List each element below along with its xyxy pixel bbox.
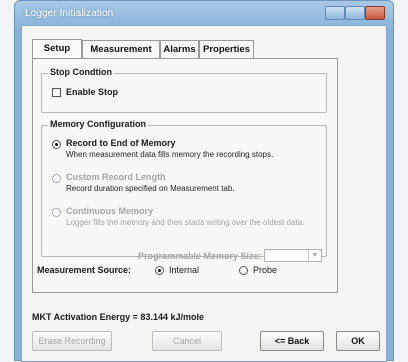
back-button[interactable]: <= Back (260, 331, 324, 351)
continuous-memory-description: Logger fills the memory and then starts … (66, 218, 305, 227)
cancel-button[interactable]: Cancel (152, 331, 222, 351)
tab-properties[interactable]: Properties (199, 40, 254, 58)
record-to-end-radio[interactable] (52, 140, 61, 149)
custom-record-length-description: Record duration specified on Measurement… (66, 184, 235, 193)
custom-record-length-label[interactable]: Custom Record Length (66, 172, 166, 182)
continuous-memory-radio[interactable] (52, 208, 61, 217)
ok-button[interactable]: OK (336, 331, 380, 351)
record-to-end-description: When measurement data fills memory the r… (66, 150, 274, 159)
measurement-source-label: Measurement Source: (37, 265, 132, 275)
probe-radio[interactable] (239, 266, 248, 275)
programmable-memory-size-label: Programmable Memory Size: (138, 251, 262, 261)
mkt-activation-energy-text: MKT Activation Energy = 83.144 kJ/mole (32, 312, 204, 322)
enable-stop-label[interactable]: Enable Stop (66, 87, 118, 97)
close-button[interactable] (365, 6, 385, 20)
record-to-end-label[interactable]: Record to End of Memory (66, 138, 176, 148)
logger-initialization-window: Logger Initialization Setup Measurement … (14, 0, 394, 362)
setup-tab-panel: Stop Condtion Enable Stop Memory Configu… (32, 58, 338, 293)
minimize-button[interactable] (325, 6, 345, 20)
dialog-client-area: Setup Measurement Alarms Properties Stop… (21, 25, 387, 362)
probe-label[interactable]: Probe (253, 265, 277, 275)
window-title: Logger Initialization (25, 8, 114, 19)
stop-condition-group: Stop Condtion Enable Stop (41, 67, 327, 113)
tab-alarms[interactable]: Alarms (160, 40, 199, 58)
tab-measurement[interactable]: Measurement (82, 40, 160, 58)
memory-configuration-group: Memory Configuration Record to End of Me… (41, 119, 327, 262)
tab-setup[interactable]: Setup (32, 39, 82, 58)
programmable-memory-size-dropdown[interactable]: ▼ (264, 249, 322, 262)
memory-configuration-label: Memory Configuration (48, 119, 148, 129)
enable-stop-checkbox[interactable] (52, 88, 61, 97)
custom-record-length-radio[interactable] (52, 174, 61, 183)
maximize-button[interactable] (345, 6, 365, 20)
title-bar[interactable]: Logger Initialization (15, 1, 393, 25)
stop-condition-label: Stop Condtion (48, 67, 114, 77)
internal-label[interactable]: Internal (169, 265, 199, 275)
continuous-memory-label[interactable]: Continuous Memory (66, 206, 153, 216)
chevron-down-icon: ▼ (308, 250, 321, 261)
window-controls (325, 6, 385, 20)
internal-radio[interactable] (155, 266, 164, 275)
erase-recording-button[interactable]: Erase Recording (32, 331, 112, 351)
